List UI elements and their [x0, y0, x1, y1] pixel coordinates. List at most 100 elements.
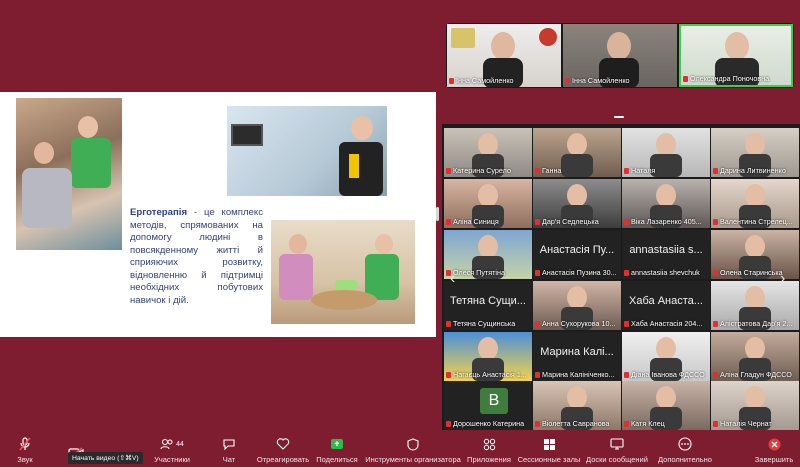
mic-muted-icon [535, 320, 540, 327]
participant-name: Інна Самойленко [449, 76, 514, 85]
video-tile[interactable]: Інна Самойленко [447, 24, 561, 87]
video-tile[interactable]: Катя Клец [622, 381, 710, 430]
video-tile[interactable]: Марина Калі... Марина Калініченко... [533, 332, 621, 381]
participant-name: Наталя [624, 166, 655, 175]
mic-muted-icon [565, 77, 570, 84]
participant-name: Катерина Сурело [446, 166, 511, 175]
gallery-next-arrow[interactable]: › [780, 270, 785, 288]
mic-muted-icon [535, 269, 540, 276]
video-tile[interactable]: Діана Іванова ФДССО [622, 332, 710, 381]
participant-face [478, 184, 498, 207]
video-tile[interactable]: Віолетта Саврaнова [533, 381, 621, 430]
share-button[interactable]: Поделиться [316, 430, 358, 467]
chat-label: Чат [222, 455, 236, 464]
participant-name: annastasiia shevchuk [624, 268, 700, 277]
mic-muted-icon [446, 218, 451, 225]
audio-button[interactable]: Звук [14, 430, 36, 467]
mic-muted-icon [535, 167, 540, 174]
participant-name: Анастасія Пузина 30... [535, 268, 617, 277]
mic-muted-icon [624, 320, 629, 327]
participant-avatar: B [480, 388, 508, 414]
participant-body [561, 154, 593, 177]
host-tools-button[interactable]: Инструменты организатора [365, 430, 461, 467]
participants-button[interactable]: 44 Участники [150, 430, 194, 467]
participant-face [745, 133, 765, 156]
shield-icon [407, 437, 419, 451]
participant-name: Дарина Литвиненко [713, 166, 786, 175]
mic-muted-icon [535, 218, 540, 225]
video-tile[interactable]: Анна Сухорукова 10... [533, 281, 621, 330]
react-button[interactable]: Отреагировать [256, 430, 310, 467]
chat-button[interactable]: Чат [218, 430, 240, 467]
participant-name: Анна Сухорукова 10... [535, 319, 615, 328]
participant-name: Нагаєць Анастасія 1... [446, 370, 527, 379]
participant-display-name: Хаба Анаста... [629, 295, 703, 307]
video-tile[interactable]: Тетяна Сущи... Тетяна Сущинська [444, 281, 532, 330]
split-resize-handle[interactable] [436, 207, 439, 221]
more-button[interactable]: Дополнительно [656, 430, 714, 467]
share-label: Поделиться [316, 455, 358, 464]
mic-muted-icon [713, 269, 718, 276]
participant-name: Віолетта Саврaнова [535, 419, 609, 428]
video-tile[interactable]: Наталія Чернат [711, 381, 799, 430]
participant-name: Тетяна Сущинська [446, 319, 515, 328]
participant-face [745, 184, 765, 207]
slide-text: Ерготерапія - це комплекс методів, спрям… [130, 207, 263, 307]
share-screen-icon [331, 439, 343, 449]
video-tile[interactable]: Олена Старинська [711, 230, 799, 279]
video-tile[interactable]: Інна Самойленко [563, 24, 677, 87]
participants-icon [160, 438, 173, 450]
video-tile[interactable]: Олеся Путятіна [444, 230, 532, 279]
heart-icon [276, 438, 290, 450]
video-tile[interactable]: Аліна Гладун ФДССО [711, 332, 799, 381]
participant-name: Віка Лазаренко 405... [624, 217, 702, 226]
video-tile-active-speaker[interactable]: Олександра Поночовна [679, 24, 793, 87]
video-tile[interactable]: Дарина Литвиненко [711, 128, 799, 177]
participant-name: Олександра Поночовна [683, 74, 769, 83]
audio-label: Звук [17, 455, 33, 464]
video-tile[interactable]: B Дорошенко Катерина [444, 381, 532, 430]
gallery-page-indicator[interactable] [614, 116, 624, 118]
video-tile[interactable]: Валентина Стрелец... [711, 179, 799, 228]
mic-muted-icon [535, 371, 540, 378]
video-tile[interactable]: annastasiia s... annastasiia shevchuk [622, 230, 710, 279]
video-tile[interactable]: Аліна Синиця [444, 179, 532, 228]
participant-face [567, 286, 587, 309]
breakout-rooms-icon [543, 438, 555, 450]
participant-face [656, 133, 676, 156]
participant-name: Діана Іванова ФДССО [624, 370, 705, 379]
participants-label: Участники [154, 455, 190, 464]
mic-muted-icon [446, 420, 451, 427]
apps-button[interactable]: Приложения [466, 430, 512, 467]
video-tile[interactable]: Дар'я Седлецька [533, 179, 621, 228]
breakout-rooms-button[interactable]: Сессионные залы [518, 430, 580, 467]
participant-name: Аліcтратова Дар'я 2... [713, 319, 792, 328]
mic-muted-icon [683, 75, 688, 82]
mic-muted-icon [713, 420, 718, 427]
video-tile[interactable]: Ганна [533, 128, 621, 177]
end-meeting-button[interactable]: Завершить [754, 430, 794, 467]
mic-muted-icon [713, 371, 718, 378]
mic-muted-icon [624, 420, 629, 427]
participant-name: Марина Калініченко... [535, 370, 615, 379]
video-tile[interactable]: Нагаєць Анастасія 1... [444, 332, 532, 381]
video-tile[interactable]: Аліcтратова Дар'я 2... [711, 281, 799, 330]
video-tile[interactable]: Віка Лазаренко 405... [622, 179, 710, 228]
video-tile[interactable]: Наталя [622, 128, 710, 177]
participant-face [745, 235, 765, 258]
participant-face [745, 337, 765, 360]
participant-face [567, 184, 587, 207]
gallery-prev-arrow[interactable]: ‹ [450, 270, 455, 288]
participant-face [656, 337, 676, 360]
participant-face [745, 286, 765, 309]
react-label: Отреагировать [256, 455, 310, 464]
whiteboards-button[interactable]: Доски сообщений [586, 430, 648, 467]
participant-name: Дар'я Седлецька [535, 217, 599, 226]
video-tile[interactable]: Анастасія Пу... Анастасія Пузина 30... [533, 230, 621, 279]
mic-muted-icon [713, 320, 718, 327]
slide-photo-bottom-right [271, 220, 415, 324]
video-tile[interactable]: Хаба Анаста... Хаба Анастасія 204... [622, 281, 710, 330]
mic-muted-icon [535, 420, 540, 427]
video-tile[interactable]: Катерина Сурело [444, 128, 532, 177]
participant-display-name: Тетяна Сущи... [450, 295, 526, 307]
